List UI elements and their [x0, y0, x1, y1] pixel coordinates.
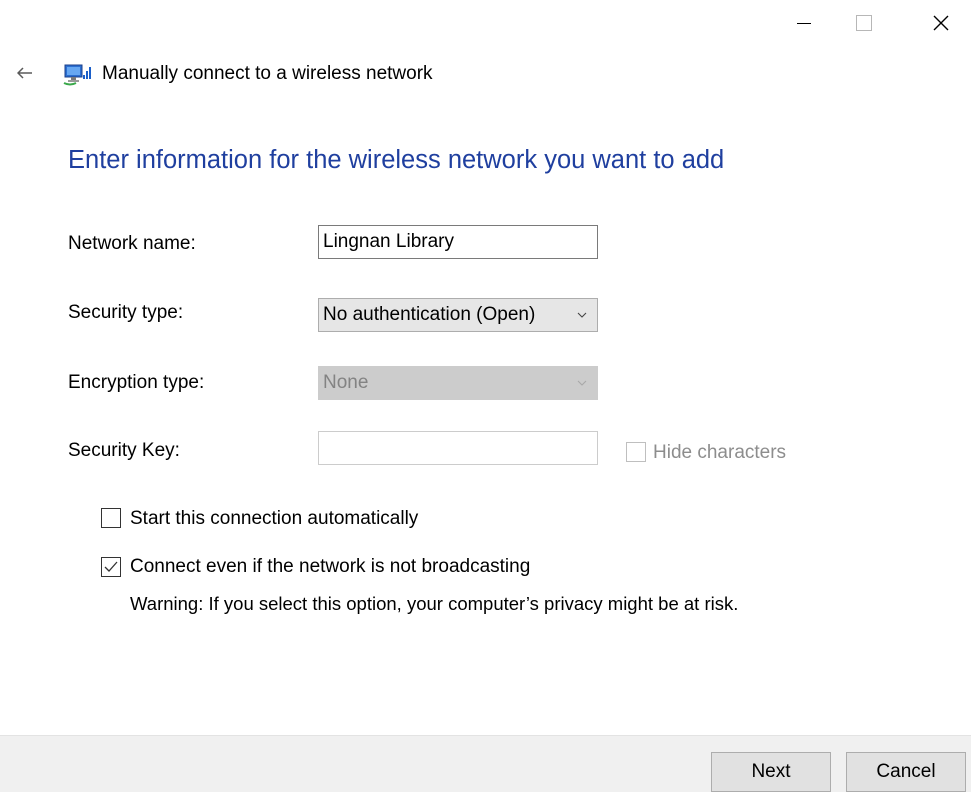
- close-button[interactable]: [911, 0, 971, 46]
- encryption-type-label: Encryption type:: [68, 372, 205, 393]
- hide-characters-checkbox[interactable]: [626, 442, 646, 462]
- network-name-label: Network name:: [68, 233, 196, 254]
- security-key-input[interactable]: [318, 431, 598, 465]
- page-heading: Enter information for the wireless netwo…: [68, 146, 725, 174]
- connect-not-broadcasting-label: Connect even if the network is not broad…: [130, 556, 531, 577]
- security-type-label: Security type:: [68, 302, 184, 323]
- network-name-input[interactable]: Lingnan Library: [318, 225, 598, 259]
- maximize-icon: [856, 15, 872, 31]
- cancel-button[interactable]: Cancel: [846, 752, 966, 792]
- checkmark-icon: [104, 561, 118, 572]
- maximize-button[interactable]: [834, 0, 894, 46]
- hide-characters-label: Hide characters: [653, 442, 787, 463]
- chevron-down-icon: [577, 312, 587, 318]
- back-button[interactable]: [12, 60, 38, 86]
- footer-bar: Next Cancel: [0, 735, 971, 792]
- close-icon: [933, 15, 949, 31]
- back-arrow-icon: [17, 67, 32, 79]
- chevron-down-icon: [577, 380, 587, 386]
- privacy-warning: Warning: If you select this option, your…: [130, 593, 739, 614]
- minimize-button[interactable]: [774, 0, 834, 46]
- minimize-icon: [797, 22, 811, 24]
- window-title: Manually connect to a wireless network: [102, 63, 433, 84]
- security-type-selected: No authentication (Open): [323, 304, 536, 325]
- wireless-network-icon: [63, 64, 91, 86]
- security-type-dropdown[interactable]: No authentication (Open): [318, 298, 598, 332]
- encryption-type-dropdown[interactable]: None: [318, 366, 598, 400]
- encryption-type-selected: None: [323, 372, 369, 393]
- next-button[interactable]: Next: [711, 752, 831, 792]
- security-key-label: Security Key:: [68, 440, 180, 461]
- start-automatically-label: Start this connection automatically: [130, 508, 419, 529]
- connect-not-broadcasting-checkbox[interactable]: [101, 557, 121, 577]
- network-name-value: Lingnan Library: [323, 231, 454, 252]
- start-automatically-checkbox[interactable]: [101, 508, 121, 528]
